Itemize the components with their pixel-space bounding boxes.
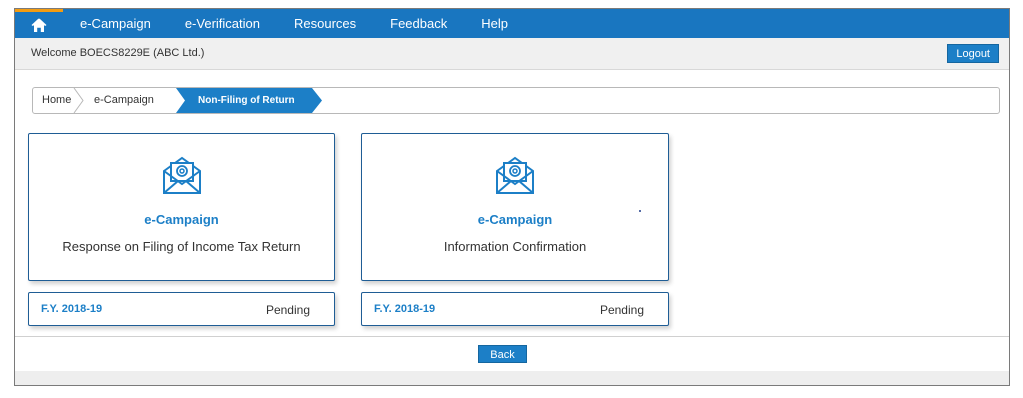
card-subtitle: Information Confirmation	[443, 239, 587, 254]
back-button[interactable]: Back	[478, 345, 527, 363]
nav-item-feedback[interactable]: Feedback	[373, 9, 464, 38]
footer-bar	[15, 371, 1009, 385]
top-nav: e-Campaign e-Verification Resources Feed…	[15, 9, 1009, 38]
home-button[interactable]	[15, 9, 63, 38]
welcome-bar: Welcome BOECS8229E (ABC Ltd.) Logout	[15, 38, 1009, 70]
status-badge: Pending	[599, 303, 644, 317]
email-at-icon	[162, 156, 201, 194]
divider	[15, 336, 1009, 337]
logout-button[interactable]: Logout	[947, 44, 999, 63]
welcome-text: Welcome BOECS8229E (ABC Ltd.)	[31, 47, 205, 59]
breadcrumb-separator-icon	[73, 88, 84, 113]
status-bar: F.Y. 2018-19 Pending	[28, 292, 335, 326]
breadcrumb-active: Non-Filing of Return	[198, 95, 295, 106]
card-subtitle: Response on Filing of Income Tax Return	[62, 239, 301, 254]
card-title: e-Campaign	[144, 212, 219, 227]
home-icon	[31, 17, 47, 32]
breadcrumb: Home e-Campaign Non-Filing of Return	[32, 87, 1000, 114]
app-frame: e-Campaign e-Verification Resources Feed…	[14, 8, 1010, 386]
financial-year: F.Y. 2018-19	[374, 303, 436, 315]
breadcrumb-e-campaign[interactable]: e-Campaign	[94, 88, 154, 113]
campaign-card[interactable]: e-Campaign Response on Filing of Income …	[28, 133, 335, 281]
nav-item-e-verification[interactable]: e-Verification	[168, 9, 277, 38]
card-title: e-Campaign	[477, 212, 553, 227]
campaign-card[interactable]: e-Campaign Information Confirmation	[361, 133, 669, 281]
nav-item-e-campaign[interactable]: e-Campaign	[63, 9, 168, 38]
breadcrumb-home[interactable]: Home	[42, 88, 71, 113]
email-at-icon	[496, 156, 534, 194]
status-bar: F.Y. 2018-19 Pending	[361, 292, 669, 326]
nav-item-resources[interactable]: Resources	[277, 9, 373, 38]
stray-dot	[639, 210, 641, 212]
nav-item-help[interactable]: Help	[464, 9, 525, 38]
status-badge: Pending	[265, 303, 310, 317]
financial-year: F.Y. 2018-19	[41, 303, 103, 315]
